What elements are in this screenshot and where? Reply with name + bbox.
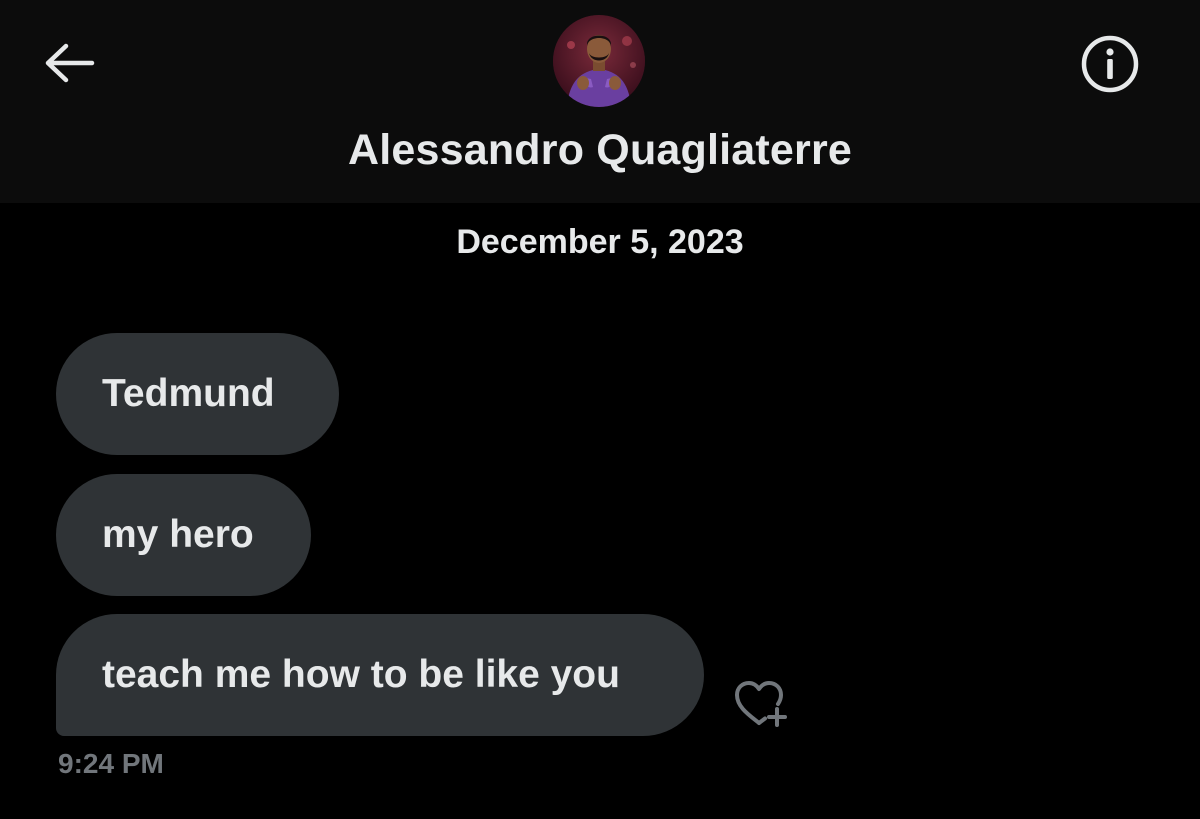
date-separator: December 5, 2023 [456,223,744,261]
contact-avatar-photo [553,15,645,107]
message-text: teach me how to be like you [102,653,620,696]
back-button[interactable] [36,36,102,90]
avatar[interactable] [553,15,645,107]
conversation-header: Alessandro Quagliaterre [0,0,1200,203]
message-text: my hero [102,513,254,556]
message-bubble[interactable]: my hero [56,474,311,596]
add-reaction-button[interactable] [728,676,794,732]
message-bubble[interactable]: Tedmund [56,333,339,455]
message-bubble[interactable]: teach me how to be like you [56,614,704,736]
message-text: Tedmund [102,372,275,415]
heart-plus-icon [735,681,787,727]
arrow-left-icon [45,43,95,83]
info-icon [1081,35,1139,93]
info-button[interactable] [1076,34,1144,94]
message-timestamp: 9:24 PM [58,748,164,779]
contact-name[interactable]: Alessandro Quagliaterre [0,126,1200,175]
